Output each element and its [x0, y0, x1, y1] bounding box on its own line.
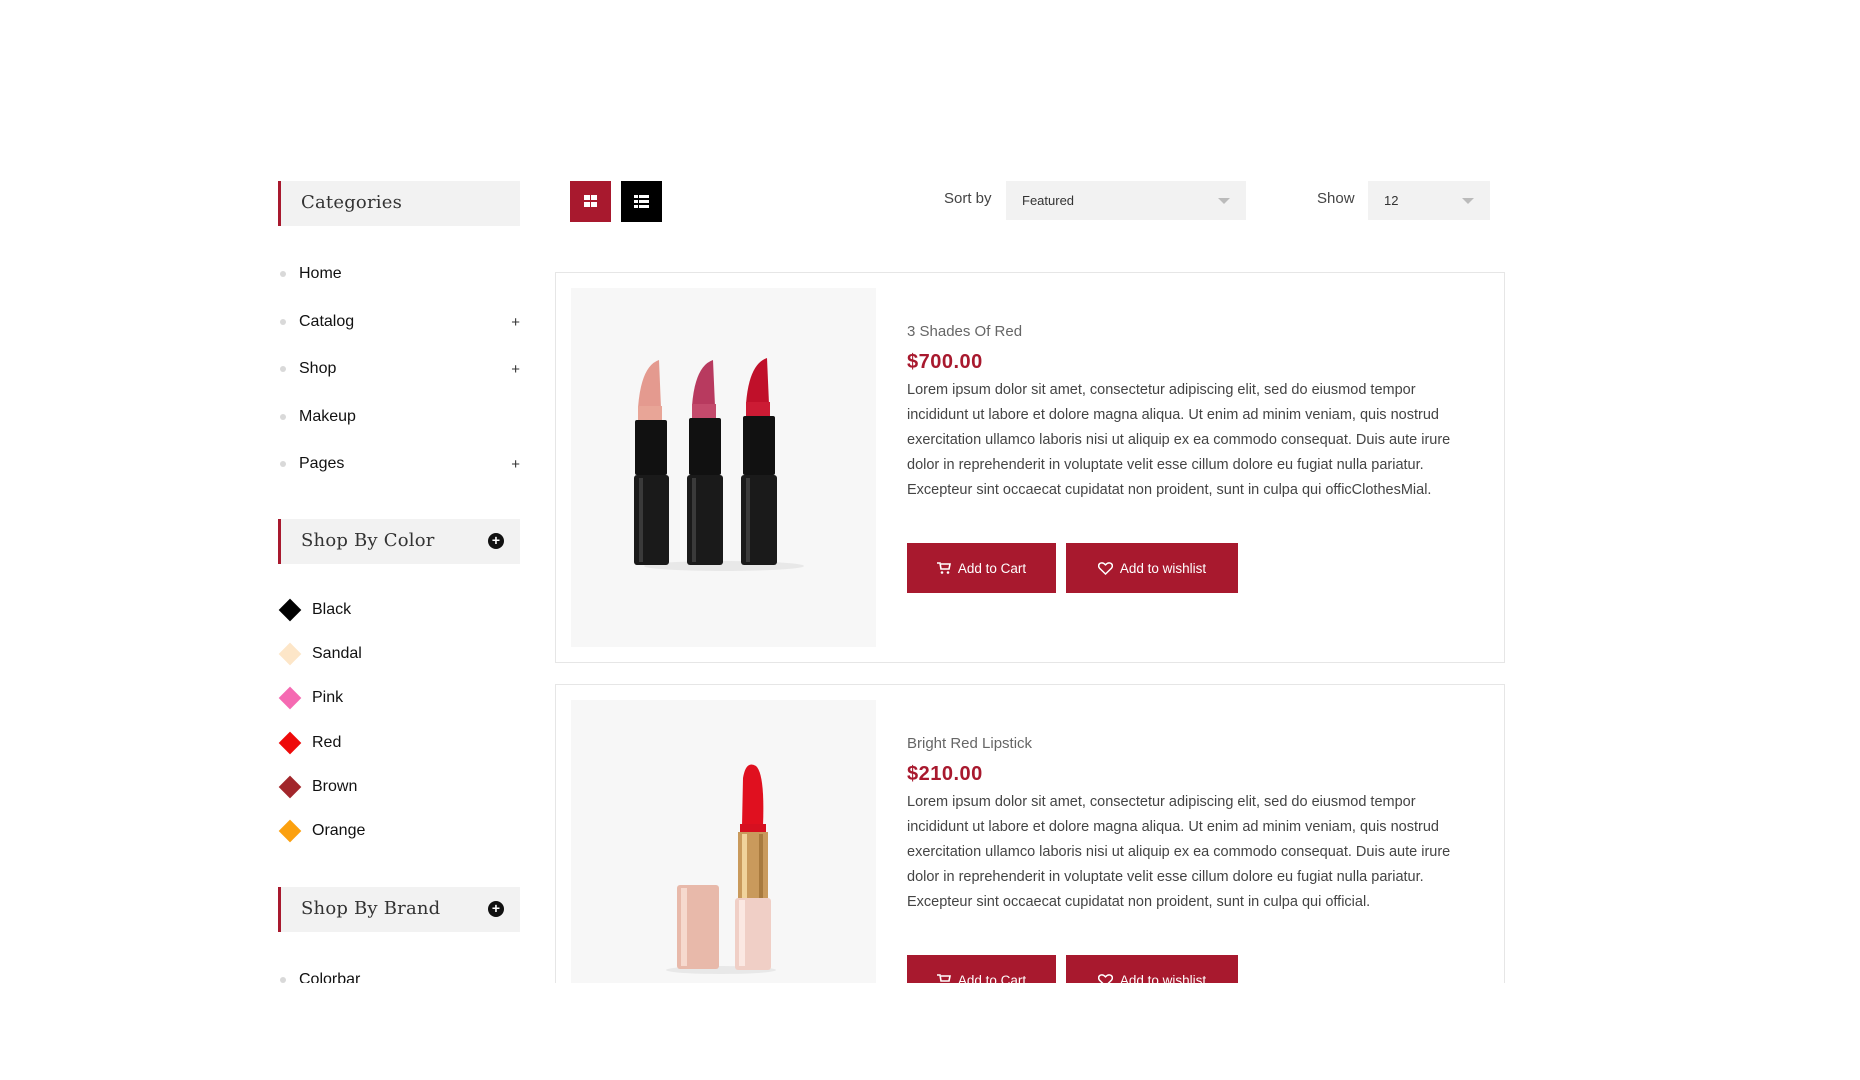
product-card: 3 Shades Of Red $700.00 Lorem ipsum dolo…	[555, 272, 1505, 663]
show-select[interactable]: 12	[1368, 181, 1490, 220]
color-label: Red	[312, 734, 342, 751]
product-name[interactable]: Bright Red Lipstick	[907, 735, 1032, 752]
category-label: Home	[299, 265, 342, 282]
heart-icon	[1097, 973, 1113, 983]
color-swatch	[278, 819, 302, 843]
bullet-icon	[280, 319, 286, 325]
plus-circle-icon[interactable]: +	[488, 901, 504, 917]
product-image[interactable]	[571, 700, 876, 983]
category-item-catalog[interactable]: Catalog +	[278, 311, 520, 335]
bullet-icon	[280, 366, 286, 372]
category-label: Shop	[299, 360, 337, 377]
show-label: Show	[1317, 190, 1355, 207]
add-to-wishlist-label: Add to wishlist	[1119, 972, 1207, 984]
sort-select[interactable]: Featured	[1006, 181, 1246, 220]
shop-by-brand-header[interactable]: Shop By Brand +	[278, 887, 520, 932]
list-view-button[interactable]	[621, 181, 662, 222]
bullet-icon	[280, 271, 286, 277]
page-viewport: Categories Home Catalog + Shop + Makeup …	[0, 0, 1860, 983]
category-item-home[interactable]: Home	[278, 263, 520, 287]
product-description: Lorem ipsum dolor sit amet, consectetur …	[907, 794, 1451, 910]
color-swatch	[278, 598, 302, 622]
color-filter-pink[interactable]: Pink	[278, 686, 478, 712]
category-item-pages[interactable]: Pages +	[278, 453, 520, 477]
product-name[interactable]: 3 Shades Of Red	[907, 323, 1022, 340]
product-price: $210.00	[907, 763, 983, 785]
bullet-icon	[280, 414, 286, 420]
color-filter-black[interactable]: Black	[278, 598, 478, 624]
color-filter-sandal[interactable]: Sandal	[278, 642, 478, 668]
grid-icon	[584, 195, 597, 207]
color-label: Black	[312, 601, 352, 618]
color-swatch	[278, 686, 302, 710]
plus-circle-icon[interactable]: +	[488, 533, 504, 549]
chevron-down-icon	[1218, 198, 1230, 204]
add-to-wishlist-label: Add to wishlist	[1119, 560, 1207, 576]
color-swatch	[278, 642, 302, 666]
color-swatch	[278, 731, 302, 755]
bullet-icon	[280, 461, 286, 467]
brand-label: Colorbar	[299, 971, 361, 983]
expand-icon[interactable]: +	[511, 361, 520, 378]
show-value: 12	[1384, 193, 1399, 208]
color-filter-brown[interactable]: Brown	[278, 775, 478, 801]
three-lipsticks-image	[634, 358, 804, 571]
product-price: $700.00	[907, 351, 983, 373]
shop-by-color-title: Shop By Color	[301, 530, 435, 551]
cart-icon	[936, 974, 951, 982]
heart-icon	[1097, 561, 1113, 575]
brand-item-colorbar[interactable]: Colorbar	[278, 969, 520, 983]
color-label: Brown	[312, 778, 358, 795]
add-to-cart-label: Add to Cart	[957, 972, 1027, 984]
add-to-cart-button[interactable]: Add to Cart	[907, 543, 1056, 593]
product-description: Lorem ipsum dolor sit amet, consectetur …	[907, 382, 1451, 498]
color-filter-orange[interactable]: Orange	[278, 819, 478, 845]
category-label: Catalog	[299, 313, 355, 330]
grid-view-button[interactable]	[570, 181, 611, 222]
bullet-icon	[280, 977, 286, 983]
add-to-wishlist-button[interactable]: Add to wishlist	[1066, 543, 1238, 593]
color-filter-red[interactable]: Red	[278, 731, 478, 757]
color-label: Sandal	[312, 645, 362, 662]
add-to-cart-button[interactable]: Add to Cart	[907, 955, 1056, 983]
sort-label: Sort by	[944, 190, 992, 207]
category-label: Makeup	[299, 408, 356, 425]
expand-icon[interactable]: +	[511, 456, 520, 473]
color-swatch	[278, 775, 302, 799]
product-card: Bright Red Lipstick $210.00 Lorem ipsum …	[555, 684, 1505, 983]
color-label: Orange	[312, 822, 366, 839]
color-label: Pink	[312, 689, 344, 706]
red-lipstick-image	[666, 764, 776, 974]
category-item-makeup[interactable]: Makeup	[278, 406, 520, 430]
expand-icon[interactable]: +	[511, 314, 520, 331]
add-to-wishlist-button[interactable]: Add to wishlist	[1066, 955, 1238, 983]
sort-value: Featured	[1022, 193, 1075, 208]
add-to-cart-label: Add to Cart	[957, 560, 1027, 576]
shop-by-brand-title: Shop By Brand	[301, 898, 441, 919]
product-image[interactable]	[571, 288, 876, 647]
categories-header: Categories	[278, 181, 520, 226]
shop-by-color-header[interactable]: Shop By Color +	[278, 519, 520, 564]
chevron-down-icon	[1462, 198, 1474, 204]
category-item-shop[interactable]: Shop +	[278, 358, 520, 382]
cart-icon	[936, 562, 951, 574]
list-icon	[634, 195, 649, 208]
categories-title: Categories	[301, 192, 402, 213]
category-label: Pages	[299, 455, 345, 472]
